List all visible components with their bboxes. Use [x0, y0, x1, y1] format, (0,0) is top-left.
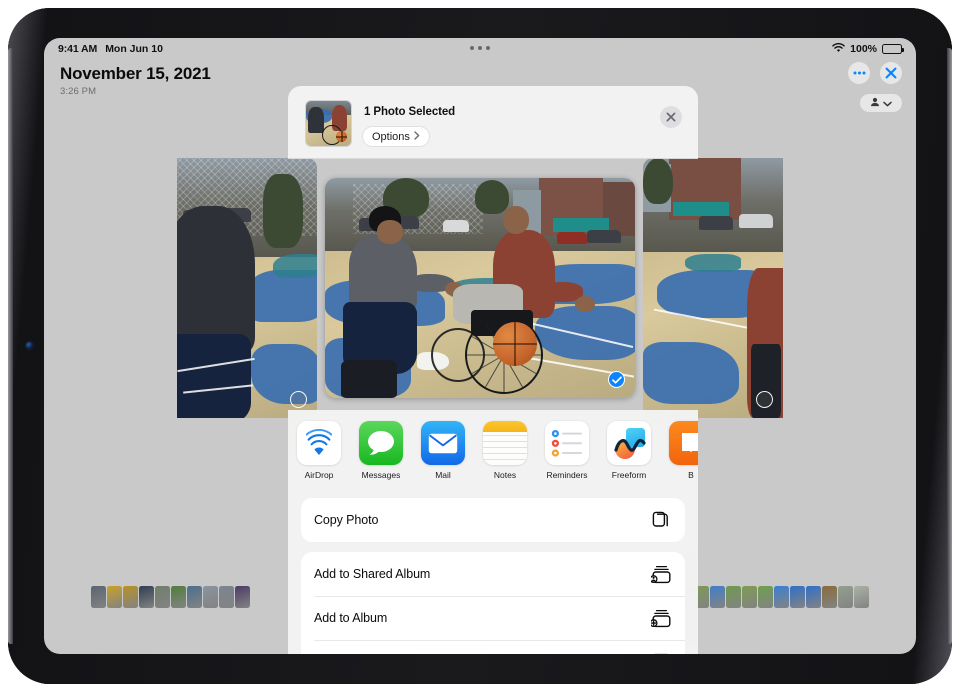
filmstrip-thumbnail[interactable]: [758, 586, 773, 608]
filmstrip-gap: [251, 586, 661, 608]
info-button[interactable]: [463, 614, 497, 638]
share-app-label: Reminders: [546, 470, 588, 480]
photo-header: November 15, 2021 3:26 PM: [44, 60, 916, 112]
device-frame: 9:41 AM Mon Jun 10 100% November 15, 202…: [8, 8, 952, 684]
photo-artwork: [325, 178, 635, 398]
filmstrip-thumbnail[interactable]: [694, 586, 709, 608]
share-app-label: Notes: [493, 470, 517, 480]
photo-filmstrip[interactable]: [44, 584, 916, 610]
unselected-circle-icon[interactable]: [290, 391, 307, 408]
edit-button[interactable]: [543, 614, 577, 638]
status-bar-right: 100%: [832, 42, 904, 56]
messages-icon[interactable]: [359, 421, 403, 465]
share-app-reminders[interactable]: Reminders: [536, 421, 598, 480]
filmstrip-thumbnail[interactable]: [235, 586, 250, 608]
page-subtitle: 3:26 PM: [60, 86, 97, 97]
bezel-edge-left: [8, 48, 13, 644]
share-app-b[interactable]: B: [660, 421, 698, 480]
chevron-down-icon: [883, 94, 892, 112]
filmstrip-thumbnail[interactable]: [662, 586, 677, 608]
filmstrip-thumbnail[interactable]: [790, 586, 805, 608]
shared-album-icon: [650, 563, 672, 585]
filmstrip-thumbnail[interactable]: [139, 586, 154, 608]
filmstrip-thumbnail[interactable]: [219, 586, 234, 608]
airdrop-icon[interactable]: [297, 421, 341, 465]
selected-check-icon[interactable]: [608, 371, 625, 388]
photo-artwork: [177, 158, 317, 418]
filmstrip-thumbnail[interactable]: [854, 586, 869, 608]
share-app-label: Freeform: [611, 470, 647, 480]
home-indicator[interactable]: [365, 645, 595, 649]
reminders-icon[interactable]: [545, 421, 589, 465]
copy-icon: [650, 509, 672, 531]
front-camera-indicator: [26, 342, 33, 349]
filmstrip-thumbnail[interactable]: [187, 586, 202, 608]
bottom-toolbar: [44, 612, 916, 640]
person-icon: [870, 94, 880, 112]
unselected-circle-icon[interactable]: [756, 391, 773, 408]
share-app-label: B: [688, 470, 694, 480]
filmstrip-thumbnail[interactable]: [726, 586, 741, 608]
status-bar-time: 9:41 AM: [58, 43, 98, 55]
share-app-label: Messages: [361, 470, 401, 480]
people-filter-chip[interactable]: [860, 94, 902, 112]
share-app-notes[interactable]: Notes: [474, 421, 536, 480]
battery-full-icon: [882, 44, 904, 54]
filmstrip-thumbnail[interactable]: [774, 586, 789, 608]
share-app-freeform[interactable]: Freeform: [598, 421, 660, 480]
photo-previous[interactable]: [177, 158, 317, 418]
filmstrip-thumbnail[interactable]: [107, 586, 122, 608]
share-app-airdrop[interactable]: AirDrop: [288, 421, 350, 480]
filmstrip-thumbnail[interactable]: [710, 586, 725, 608]
battery-percent-label: 100%: [850, 43, 877, 55]
header-actions: [848, 62, 902, 84]
bezel-edge-right: [947, 48, 952, 644]
share-app-label: Mail: [435, 470, 451, 480]
status-bar-left: 9:41 AM Mon Jun 10: [58, 43, 163, 55]
action-row-copy-photo[interactable]: Copy Photo: [301, 498, 685, 542]
page-title: November 15, 2021: [60, 64, 211, 83]
filmstrip-thumbnail[interactable]: [742, 586, 757, 608]
wifi-icon: [832, 42, 845, 56]
share-sheet-app-row[interactable]: AirDrop Messages Mail Notes Reminders Fr…: [288, 410, 698, 498]
action-group: Copy Photo: [301, 498, 685, 542]
filmstrip-thumbnail[interactable]: [123, 586, 138, 608]
freeform-icon[interactable]: [607, 421, 651, 465]
options-label: Options: [372, 130, 410, 143]
photo-current[interactable]: [325, 178, 635, 398]
close-x-icon: [666, 112, 676, 122]
multitask-handle-icon[interactable]: [470, 46, 490, 50]
filmstrip-thumbnail[interactable]: [203, 586, 218, 608]
filmstrip-thumbnail[interactable]: [838, 586, 853, 608]
ipad-screen: 9:41 AM Mon Jun 10 100% November 15, 202…: [44, 38, 916, 654]
mail-icon[interactable]: [421, 421, 465, 465]
photo-artwork: [643, 158, 783, 418]
filmstrip-thumbnail[interactable]: [678, 586, 693, 608]
airplay-icon: [650, 651, 672, 654]
status-bar-date: Mon Jun 10: [105, 43, 163, 55]
notes-icon[interactable]: [483, 421, 527, 465]
favorite-button[interactable]: [383, 614, 417, 638]
photo-next[interactable]: [643, 158, 783, 418]
share-app-messages[interactable]: Messages: [350, 421, 412, 480]
share-button[interactable]: [303, 614, 337, 638]
filmstrip-thumbnail[interactable]: [822, 586, 837, 608]
options-button[interactable]: Options: [362, 126, 430, 147]
chevron-right-icon: [414, 130, 420, 143]
filmstrip-thumbnail[interactable]: [155, 586, 170, 608]
share-app-label: AirDrop: [304, 470, 334, 480]
filmstrip-thumbnail[interactable]: [806, 586, 821, 608]
filmstrip-thumbnail[interactable]: [171, 586, 186, 608]
trash-button[interactable]: [623, 614, 657, 638]
filmstrip-thumbnail[interactable]: [91, 586, 106, 608]
books-icon[interactable]: [669, 421, 698, 465]
close-x-icon[interactable]: [880, 62, 902, 84]
action-label: Copy Photo: [314, 513, 379, 527]
photo-carousel: [44, 158, 916, 418]
share-app-mail[interactable]: Mail: [412, 421, 474, 480]
ellipsis-icon[interactable]: [848, 62, 870, 84]
action-label: Add to Shared Album: [314, 567, 431, 581]
